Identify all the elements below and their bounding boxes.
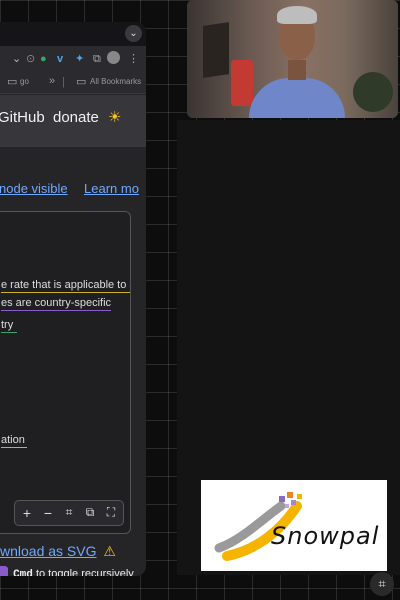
extension-icon-2[interactable]: ⊙ <box>26 53 35 65</box>
bookmarks-overflow[interactable]: » <box>49 75 55 87</box>
all-bookmarks[interactable]: All Bookmarks <box>90 76 141 88</box>
kebab-menu-icon[interactable]: ⋮ <box>128 53 139 65</box>
webcam-video <box>187 0 398 118</box>
reset-view-icon[interactable]: ⧉ <box>82 505 98 520</box>
diagram-node-label[interactable]: e rate that is applicable to a <box>1 279 130 293</box>
zoom-out-button[interactable]: − <box>40 505 56 521</box>
diagram-node-label[interactable]: try <box>1 319 18 333</box>
site-header: GitHub donate ☀ <box>0 95 146 147</box>
diagram-node-label[interactable]: ation <box>1 434 27 448</box>
sun-icon[interactable]: ☀ <box>108 108 121 126</box>
zoom-toolbar: + − ⌗ ⧉ ⛶ <box>14 500 124 526</box>
toggle-hint: Cmd to toggle recursively <box>0 566 134 576</box>
snowpal-wordmark: Snowpal <box>271 522 380 550</box>
donate-link[interactable]: donate <box>53 109 99 126</box>
cmd-key: Cmd <box>13 568 33 576</box>
fullscreen-icon[interactable]: ⛶ <box>103 505 119 520</box>
person-neck <box>288 60 306 80</box>
divider: | <box>62 76 65 88</box>
extension-icon-4[interactable]: ✦ <box>75 53 84 65</box>
github-link[interactable]: GitHub <box>0 109 45 126</box>
key-badge <box>0 566 8 576</box>
diagram-viewer[interactable]: e rate that is applicable to a es are co… <box>0 211 131 534</box>
browser-window: ⌄ ⌄ ⊙ ● v ✦ ⧉ ⋮ ▭ go » | ▭ All Bookmarks… <box>0 22 146 576</box>
tab-search-dropdown-button[interactable]: ⌄ <box>125 25 142 42</box>
scan-icon[interactable]: ⌗ <box>370 572 394 596</box>
snowpal-logo: Snowpal <box>201 480 387 571</box>
diagram-node-label[interactable]: es are country-specific <box>1 297 112 311</box>
extension-icon-1[interactable]: ⌄ <box>12 53 21 65</box>
warning-icon: ⚠ <box>103 543 116 559</box>
tab-strip: ⌄ <box>0 22 146 46</box>
download-svg-link[interactable]: wnload as SVG <box>0 543 97 559</box>
learn-more-link[interactable]: Learn mo <box>84 181 139 196</box>
vimeo-icon[interactable]: v <box>57 53 63 65</box>
toggle-text: to toggle recursively <box>35 567 134 576</box>
bookmark-go[interactable]: go <box>20 76 29 88</box>
info-links: node visible Learn mo <box>0 181 146 199</box>
folder-icon: ▭ <box>76 76 87 88</box>
node-visible-link[interactable]: node visible <box>0 181 68 196</box>
download-row: wnload as SVG ⚠ <box>0 543 116 560</box>
plant <box>353 72 393 112</box>
fit-center-icon[interactable]: ⌗ <box>61 505 77 520</box>
profile-avatar[interactable] <box>107 51 120 64</box>
red-chair <box>231 60 253 106</box>
person-hair <box>277 6 317 24</box>
extension-icon-3[interactable]: ● <box>40 53 47 65</box>
zoom-in-button[interactable]: + <box>19 505 35 521</box>
folder-icon: ▭ <box>7 76 18 88</box>
browser-toolbar: ⌄ ⊙ ● v ✦ ⧉ ⋮ ▭ go » | ▭ All Bookmarks <box>0 46 146 94</box>
puzzle-icon[interactable]: ⧉ <box>93 53 101 65</box>
wall-art <box>203 22 229 78</box>
